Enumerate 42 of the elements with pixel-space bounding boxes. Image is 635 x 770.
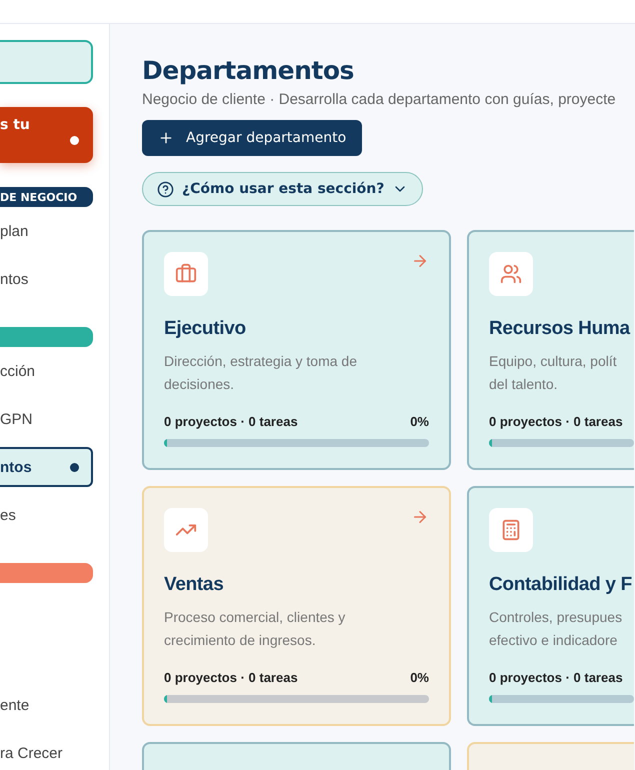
nav-item[interactable]: ntos	[0, 255, 93, 303]
calculator-icon	[489, 508, 533, 552]
nav-item[interactable]: plan	[0, 207, 93, 255]
department-name: Contabilidad y F	[489, 574, 633, 596]
nav-item[interactable]: GPN	[0, 395, 93, 443]
department-card[interactable]: Ventas Proceso comercial, clientes y crecimiento de ingresos. 0 proyectos · 0 tareas 0%	[142, 486, 451, 726]
progress-percent: 0%	[410, 414, 429, 429]
department-card[interactable]: Contabilidad y F Controles, presupues efectivo e indicadore 0 proyectos · 0 tareas	[467, 486, 634, 726]
page-title: Departamentos	[142, 56, 355, 85]
nav-button[interactable]	[0, 40, 93, 84]
plus-icon	[158, 130, 174, 146]
dot-icon	[70, 136, 79, 144]
dot-icon	[70, 462, 79, 472]
help-icon	[157, 180, 174, 198]
people-icon	[489, 252, 533, 296]
nav-item[interactable]: es	[0, 491, 93, 539]
department-stats: 0 proyectos · 0 tareas	[164, 414, 298, 429]
department-description: Controles, presupues efectivo e indicadore	[489, 608, 624, 650]
section-header: DE NEGOCIO	[0, 187, 93, 207]
department-stats: 0 proyectos · 0 tareas	[489, 670, 623, 685]
department-stats: 0 proyectos · 0 tareas	[489, 414, 623, 429]
page-subtitle: Negocio de cliente · Desarrolla cada departamento con guías, proyecte	[142, 91, 617, 108]
alert-button[interactable]: s tu	[0, 107, 93, 163]
nav-item[interactable]: ente	[0, 681, 93, 729]
department-description: Proceso comercial, clientes y crecimiento de ingresos.	[164, 608, 346, 650]
add-department-button[interactable]: Agregar departamento	[142, 120, 362, 156]
help-toggle[interactable]: ¿Cómo usar esta sección?	[142, 172, 424, 206]
department-description: Equipo, cultura, polít del talento.	[489, 352, 618, 394]
progress-percent: 0%	[410, 670, 429, 685]
department-description: Dirección, estrategia y toma de decisiones.	[164, 352, 358, 394]
briefcase-icon	[164, 252, 208, 296]
department-card[interactable]: Ejecutivo Dirección, estrategia y toma de decisiones. 0 proyectos · 0 tareas 0%	[142, 230, 451, 470]
department-name: Ejecutivo	[164, 318, 247, 340]
department-name: Ventas	[164, 574, 224, 596]
trending-up-icon	[164, 508, 208, 552]
department-card[interactable]: Recursos Huma Equipo, cultura, polít del talento. 0 proyectos · 0 tareas	[467, 230, 634, 470]
nav-item[interactable]: ra Crecer	[0, 729, 93, 770]
department-stats: 0 proyectos · 0 tareas	[164, 670, 298, 685]
nav-label: ntos	[0, 458, 32, 476]
nav-item[interactable]: ntos	[0, 447, 93, 487]
department-name: Recursos Huma	[489, 318, 632, 340]
nav-item[interactable]: cción	[0, 347, 93, 395]
